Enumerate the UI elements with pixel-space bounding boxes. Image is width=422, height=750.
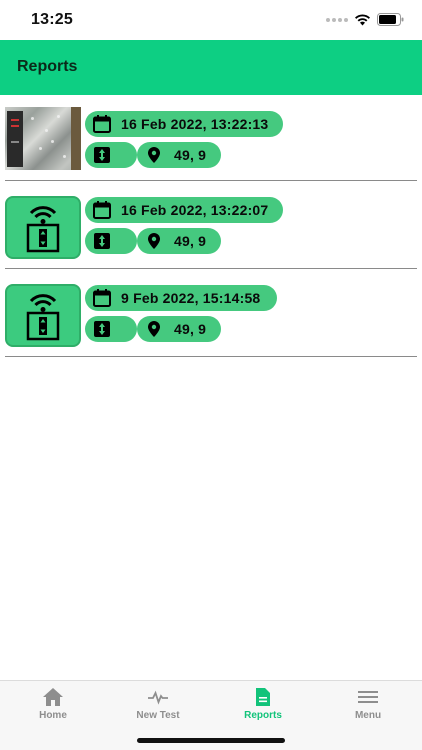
status-time: 13:25 [31, 11, 73, 28]
report-datetime: 9 Feb 2022, 15:14:58 [121, 290, 261, 306]
calendar-icon [92, 288, 112, 308]
location-pill: 49, 9 [137, 228, 221, 254]
report-datetime: 16 Feb 2022, 13:22:13 [121, 116, 269, 132]
tab-menu[interactable]: Menu [326, 687, 410, 727]
elevator-icon [92, 319, 112, 339]
menu-icon [358, 691, 378, 703]
date-pill: 16 Feb 2022, 13:22:13 [85, 111, 283, 137]
calendar-icon [92, 114, 112, 134]
battery-icon [377, 13, 404, 26]
location-pill: 49, 9 [137, 316, 221, 342]
status-icons [326, 13, 404, 26]
report-list: 16 Feb 2022, 13:22:13 49, 9 16 Feb 2022,… [0, 95, 422, 357]
app-header: Reports [0, 40, 422, 95]
elevator-pill [85, 228, 137, 254]
location-pin-icon [144, 319, 164, 339]
report-location: 49, 9 [174, 321, 207, 337]
report-location: 49, 9 [174, 233, 207, 249]
report-photo-thumbnail[interactable] [5, 107, 81, 170]
report-location: 49, 9 [174, 147, 207, 163]
document-icon [256, 688, 270, 706]
page-title: Reports [17, 58, 78, 75]
tab-home[interactable]: Home [11, 687, 95, 727]
elevator-wifi-thumbnail[interactable] [5, 284, 81, 347]
tab-reports-label: Reports [244, 710, 282, 721]
location-pin-icon [144, 145, 164, 165]
report-item[interactable]: 9 Feb 2022, 15:14:58 49, 9 [5, 269, 417, 357]
elevator-pill [85, 142, 137, 168]
home-icon [43, 688, 63, 706]
report-item[interactable]: 16 Feb 2022, 13:22:07 49, 9 [5, 181, 417, 269]
tab-menu-label: Menu [354, 710, 382, 721]
home-indicator [137, 738, 285, 743]
tab-new-test[interactable]: New Test [116, 687, 200, 727]
elevator-icon [92, 145, 112, 165]
report-datetime: 16 Feb 2022, 13:22:07 [121, 202, 269, 218]
tab-new-test-label: New Test [136, 710, 180, 721]
elevator-wifi-icon [26, 293, 60, 340]
status-bar: 13:25 [0, 0, 422, 40]
elevator-pill [85, 316, 137, 342]
tab-reports[interactable]: Reports [221, 687, 305, 727]
date-pill: 16 Feb 2022, 13:22:07 [85, 197, 283, 223]
report-item[interactable]: 16 Feb 2022, 13:22:13 49, 9 [5, 95, 417, 181]
elevator-icon [92, 231, 112, 251]
date-pill: 9 Feb 2022, 15:14:58 [85, 285, 277, 311]
signal-icon [326, 17, 348, 22]
elevator-wifi-thumbnail[interactable] [5, 196, 81, 259]
tab-home-label: Home [39, 710, 67, 721]
pulse-icon [148, 690, 168, 705]
calendar-icon [92, 200, 112, 220]
location-pin-icon [144, 231, 164, 251]
location-pill: 49, 9 [137, 142, 221, 168]
elevator-wifi-icon [26, 205, 60, 252]
wifi-icon [355, 13, 370, 25]
